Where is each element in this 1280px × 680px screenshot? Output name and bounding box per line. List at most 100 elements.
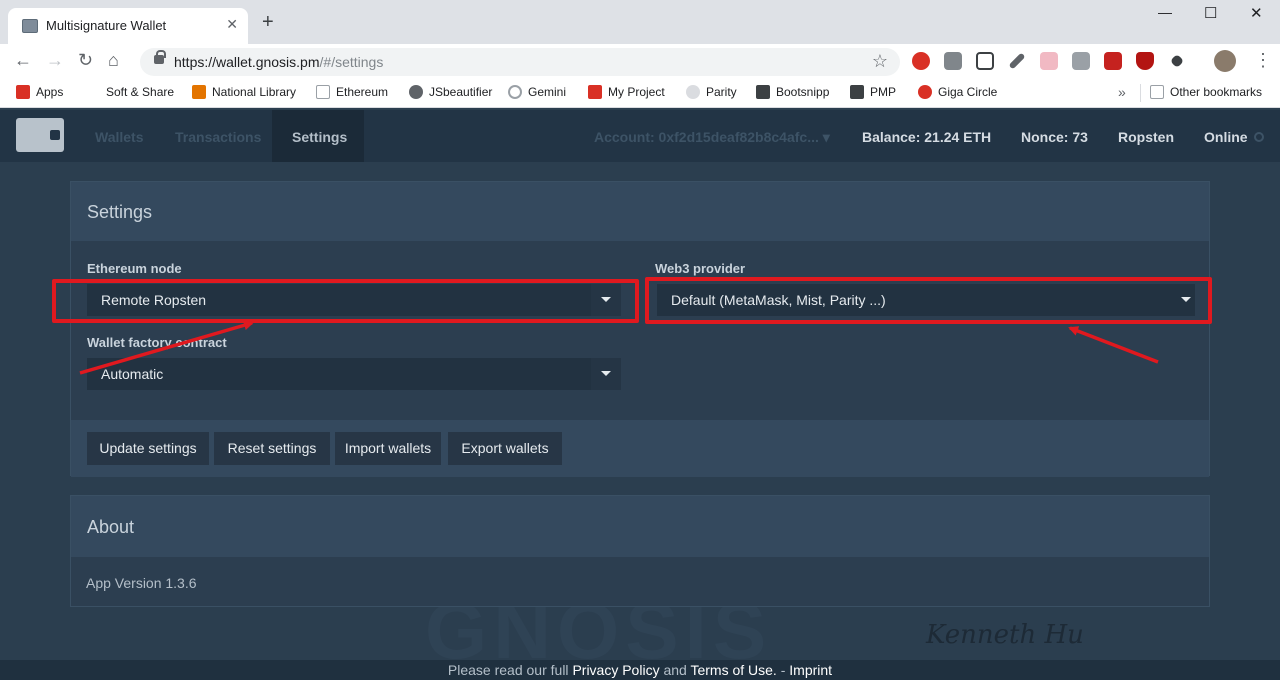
nav-wallets[interactable]: Wallets xyxy=(95,129,144,145)
settings-title: Settings xyxy=(87,202,153,222)
extension-camera-icon[interactable] xyxy=(1072,52,1090,70)
bookmark-label: JSbeautifier xyxy=(429,85,493,99)
new-tab-button[interactable]: + xyxy=(262,12,274,32)
settings-panel-header: Settings xyxy=(71,182,1209,241)
bookmark-label: Ethereum xyxy=(336,85,389,99)
extension-shield-icon[interactable] xyxy=(1136,52,1154,70)
browser-menu-icon[interactable]: ⋮ xyxy=(1254,50,1272,71)
annotation-highlight-ethereum-node xyxy=(52,279,639,323)
network-name: Ropsten xyxy=(1118,129,1174,145)
status-indicator-icon xyxy=(1254,132,1264,142)
reload-icon[interactable]: ↻ xyxy=(78,50,93,70)
bookmark-label: Other bookmarks xyxy=(1170,85,1263,99)
pmp-icon xyxy=(850,85,864,99)
bookmark-soft-share[interactable]: Soft & Share xyxy=(106,85,174,99)
extension-ladybug-icon[interactable] xyxy=(912,52,930,70)
extension-code-icon[interactable] xyxy=(1040,52,1058,70)
nav-settings[interactable]: Settings xyxy=(292,129,347,145)
bootsnipp-icon xyxy=(756,85,770,99)
extension-pen-icon[interactable] xyxy=(1008,52,1026,70)
wallet-factory-label: Wallet factory contract xyxy=(87,335,227,350)
annotation-highlight-web3-provider xyxy=(645,277,1212,324)
bookmark-label: Apps xyxy=(36,85,64,99)
caret-down-icon xyxy=(601,371,611,376)
footer-text: Please read our full xyxy=(447,662,569,678)
tab-close-icon[interactable]: ✕ xyxy=(226,16,238,33)
extension-red-icon[interactable] xyxy=(1104,52,1122,70)
bookmark-label: Parity xyxy=(706,85,737,99)
bookmark-national-library[interactable]: National Library xyxy=(192,85,296,99)
about-panel: About App Version 1.3.6 xyxy=(70,495,1210,607)
extension-json-icon[interactable] xyxy=(976,52,994,70)
bookmark-bootsnipp[interactable]: Bootsnipp xyxy=(756,85,829,99)
wallet-factory-dropdown-button[interactable] xyxy=(591,358,621,390)
parity-icon xyxy=(686,85,700,99)
url-text: https://wallet.gnosis.pm/#/settings xyxy=(174,54,383,70)
account-address: Account: 0xf2d15deaf82b8c4afc... xyxy=(594,129,819,145)
privacy-policy-link[interactable]: Privacy Policy xyxy=(572,662,659,678)
project-icon xyxy=(588,85,602,99)
tab-title: Multisignature Wallet xyxy=(46,18,167,33)
bookmark-label: Bootsnipp xyxy=(776,85,830,99)
connection-status: Online xyxy=(1204,129,1248,145)
bookmark-gemini[interactable]: Gemini xyxy=(508,85,566,99)
extension-translate-icon[interactable] xyxy=(944,52,962,70)
wallet-factory-value: Automatic xyxy=(101,366,164,382)
window-close-button[interactable]: ✕ xyxy=(1250,4,1263,22)
bookmark-label: Giga Circle xyxy=(938,85,998,99)
lock-icon[interactable] xyxy=(154,50,166,64)
bookmark-apps[interactable]: Apps xyxy=(16,85,63,99)
ethereum-node-label: Ethereum node xyxy=(87,261,182,276)
bookmark-other-bookmarks[interactable]: Other bookmarks xyxy=(1150,85,1262,99)
document-icon xyxy=(316,85,330,99)
library-icon xyxy=(192,85,206,99)
gemini-icon xyxy=(508,85,522,99)
bookmark-my-project[interactable]: My Project xyxy=(588,85,665,99)
wallet-factory-select[interactable]: Automatic xyxy=(87,358,621,390)
giga-circle-icon xyxy=(918,85,932,99)
bookmark-pmp[interactable]: PMP xyxy=(850,85,896,99)
bookmarks-overflow-icon[interactable]: » xyxy=(1118,84,1126,100)
bookmark-label: National Library xyxy=(212,85,297,99)
owl-icon xyxy=(409,85,423,99)
imprint-link[interactable]: Imprint xyxy=(789,662,832,678)
extension-icons xyxy=(912,52,1186,70)
export-wallets-button[interactable]: Export wallets xyxy=(448,432,562,465)
bookmark-giga-circle[interactable]: Giga Circle xyxy=(918,85,997,99)
import-wallets-button[interactable]: Import wallets xyxy=(335,432,441,465)
extension-diamond-icon[interactable] xyxy=(1169,53,1185,69)
url-path: /#/settings xyxy=(319,54,384,70)
bookmark-star-icon[interactable]: ☆ xyxy=(872,51,888,72)
profile-avatar-icon[interactable] xyxy=(1214,50,1236,72)
bookmark-label: Soft & Share xyxy=(106,85,175,99)
bookmark-label: Gemini xyxy=(528,85,567,99)
reset-settings-button[interactable]: Reset settings xyxy=(214,432,330,465)
browser-tab-strip: Multisignature Wallet ✕ + — ☐ ✕ xyxy=(0,0,1280,44)
folder-icon xyxy=(1150,85,1164,99)
terms-of-use-link[interactable]: Terms of Use. xyxy=(690,662,776,678)
browser-toolbar: ← → ↻ ⌂ https://wallet.gnosis.pm/#/setti… xyxy=(0,44,1280,78)
web3-provider-label: Web3 provider xyxy=(655,261,746,276)
url-host: https://wallet.gnosis.pm xyxy=(174,54,320,70)
window-minimize-button[interactable]: — xyxy=(1158,4,1172,20)
balance-display: Balance: 21.24 ETH xyxy=(862,129,992,145)
bookmark-parity[interactable]: Parity xyxy=(686,85,737,99)
account-selector[interactable]: Account: 0xf2d15deaf82b8c4afc... ▾ xyxy=(594,129,830,146)
bookmark-jsbeautifier[interactable]: JSbeautifier xyxy=(409,85,492,99)
browser-tab[interactable]: Multisignature Wallet ✕ xyxy=(8,8,248,44)
window-maximize-button[interactable]: ☐ xyxy=(1204,4,1217,22)
nav-transactions[interactable]: Transactions xyxy=(175,129,261,145)
page-footer: Please read our full Privacy Policy and … xyxy=(0,660,1280,680)
author-signature: Kenneth Hu xyxy=(926,620,1084,650)
forward-arrow-icon[interactable]: → xyxy=(46,50,64,70)
address-bar[interactable]: https://wallet.gnosis.pm/#/settings ☆ xyxy=(140,48,900,76)
back-arrow-icon[interactable]: ← xyxy=(14,50,32,70)
wallet-favicon-icon xyxy=(22,19,38,33)
wallet-logo-icon[interactable] xyxy=(16,118,64,152)
bookmarks-divider xyxy=(1140,84,1141,102)
update-settings-button[interactable]: Update settings xyxy=(87,432,209,465)
chevron-down-icon: ▾ xyxy=(822,129,830,145)
home-icon[interactable]: ⌂ xyxy=(108,50,119,70)
app-navbar: Wallets Transactions Settings Account: 0… xyxy=(0,110,1280,162)
bookmark-ethereum[interactable]: Ethereum xyxy=(316,85,388,99)
